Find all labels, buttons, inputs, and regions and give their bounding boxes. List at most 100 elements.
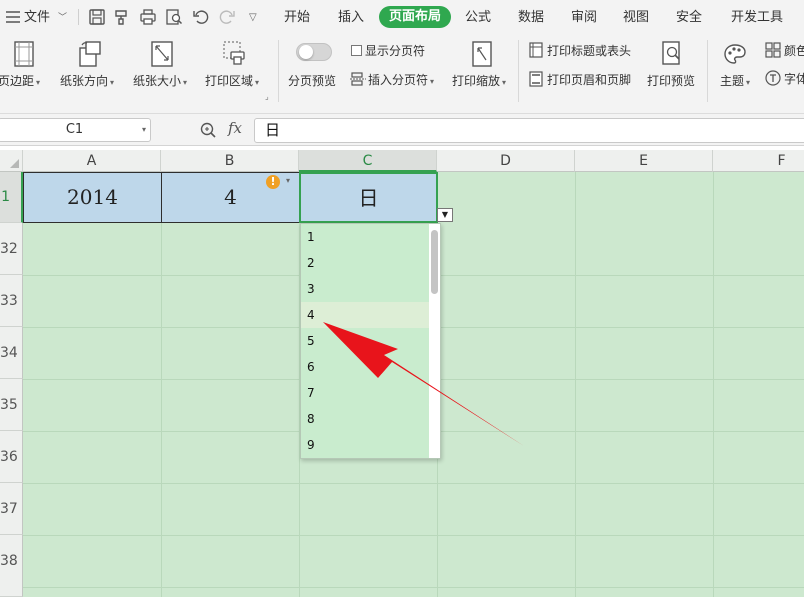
file-menu-chevron-icon[interactable]: ﹀ bbox=[58, 8, 67, 28]
gridline bbox=[575, 172, 576, 597]
dropdown-option[interactable]: 5 bbox=[301, 328, 431, 354]
show-page-break-label: 显示分页符 bbox=[365, 44, 426, 58]
print-scale-button[interactable]: 打印缩放 ▾ bbox=[452, 72, 506, 90]
page-setup-launcher-icon[interactable]: ⌟ bbox=[265, 92, 269, 101]
dropdown-option-highlighted[interactable]: 4 bbox=[301, 302, 431, 328]
header-footer-label: 打印页眉和页脚 bbox=[547, 73, 632, 87]
warning-icon[interactable]: ! bbox=[266, 175, 280, 189]
file-menu[interactable]: 文件 bbox=[24, 8, 50, 28]
dropdown-scrollbar[interactable] bbox=[429, 224, 440, 458]
column-header-e[interactable]: E bbox=[575, 150, 713, 172]
row-header-38[interactable]: 38 bbox=[0, 535, 23, 597]
formula-bar: C1 ▾ fx 日 bbox=[0, 114, 804, 146]
theme-label: 主题 bbox=[720, 74, 745, 88]
name-box-dropdown-icon[interactable]: ▾ bbox=[142, 119, 146, 141]
format-painter-icon[interactable] bbox=[113, 8, 131, 26]
gridline bbox=[161, 172, 162, 597]
row-header-37[interactable]: 37 bbox=[0, 483, 23, 535]
theme-palette-icon[interactable] bbox=[723, 42, 747, 70]
orientation-button[interactable]: 纸张方向 ▾ bbox=[60, 72, 114, 90]
hamburger-icon[interactable] bbox=[6, 11, 20, 23]
menu-bar: 文件 ﹀ ▽ 开始 插入 页面布局 公式 数据 审阅 视图 安全 开发工具 bbox=[0, 0, 804, 34]
margins-button[interactable]: 页边距 ▾ bbox=[0, 72, 40, 90]
theme-caret-icon: ▾ bbox=[746, 78, 751, 87]
undo-icon[interactable] bbox=[192, 8, 210, 26]
paper-size-button[interactable]: 纸张大小 ▾ bbox=[133, 72, 187, 90]
column-header-f[interactable]: F bbox=[713, 150, 804, 172]
color-label: 颜色 bbox=[784, 44, 804, 58]
print-preview-ribbon-icon[interactable] bbox=[660, 40, 684, 68]
header-footer-icon bbox=[529, 71, 543, 87]
insert-function-button[interactable]: fx bbox=[228, 119, 242, 137]
show-page-break-checkbox[interactable]: 显示分页符 bbox=[351, 42, 425, 60]
dropdown-option[interactable]: 3 bbox=[301, 276, 431, 302]
font-label: 字体 bbox=[784, 72, 804, 86]
print-titles-button[interactable]: 打印标题或表头 bbox=[528, 42, 631, 60]
formula-input[interactable]: 日 bbox=[254, 118, 804, 143]
print-scale-icon[interactable] bbox=[470, 40, 494, 68]
cell-a1[interactable]: 2014 bbox=[23, 172, 162, 223]
header-footer-button[interactable]: 打印页眉和页脚 bbox=[528, 71, 631, 89]
gridline bbox=[23, 483, 804, 484]
tab-security[interactable]: 安全 bbox=[676, 8, 702, 28]
insert-page-break-icon bbox=[350, 72, 366, 86]
row-header-32[interactable]: 32 bbox=[0, 223, 23, 275]
print-preview-button[interactable]: 打印预览 bbox=[647, 72, 695, 90]
name-box[interactable]: C1 ▾ bbox=[0, 118, 151, 142]
margins-caret-icon: ▾ bbox=[36, 78, 41, 87]
dropdown-option[interactable]: 9 bbox=[301, 432, 431, 458]
validation-dropdown-button[interactable]: ▼ bbox=[437, 208, 453, 222]
paper-size-label: 纸张大小 bbox=[133, 74, 182, 88]
print-preview-icon[interactable] bbox=[165, 8, 183, 26]
dropdown-option[interactable]: 7 bbox=[301, 380, 431, 406]
orientation-label: 纸张方向 bbox=[60, 74, 109, 88]
row-header-33[interactable]: 33 bbox=[0, 275, 23, 327]
scrollbar-thumb[interactable] bbox=[431, 230, 438, 294]
row-header-35[interactable]: 35 bbox=[0, 379, 23, 431]
column-header-b[interactable]: B bbox=[161, 150, 299, 172]
zoom-search-icon[interactable] bbox=[199, 121, 217, 139]
row-header-1[interactable]: 1 bbox=[0, 172, 23, 223]
tab-review[interactable]: 审阅 bbox=[571, 8, 597, 28]
print-area-button[interactable]: 打印区域 ▾ bbox=[205, 72, 259, 90]
color-button[interactable]: 颜色 bbox=[765, 42, 804, 60]
select-all-corner[interactable] bbox=[0, 150, 23, 172]
row-header-36[interactable]: 36 bbox=[0, 431, 23, 483]
column-header-c[interactable]: C bbox=[299, 150, 437, 172]
dropdown-option[interactable]: 1 bbox=[301, 224, 431, 250]
tab-formulas[interactable]: 公式 bbox=[465, 8, 491, 28]
tab-data[interactable]: 数据 bbox=[518, 8, 544, 28]
dropdown-option[interactable]: 6 bbox=[301, 354, 431, 380]
tab-developer[interactable]: 开发工具 bbox=[731, 8, 783, 28]
page-break-preview-toggle[interactable] bbox=[296, 43, 332, 61]
print-scale-caret-icon: ▾ bbox=[502, 78, 507, 87]
print-icon[interactable] bbox=[139, 8, 157, 26]
ribbon-separator bbox=[278, 40, 279, 102]
insert-page-break-button[interactable]: 插入分页符 ▾ bbox=[350, 71, 434, 89]
gridline bbox=[23, 587, 804, 588]
dropdown-option[interactable]: 8 bbox=[301, 406, 431, 432]
tab-view[interactable]: 视图 bbox=[623, 8, 649, 28]
font-button[interactable]: 字体 bbox=[765, 70, 804, 88]
tab-home[interactable]: 开始 bbox=[284, 8, 310, 28]
gridline bbox=[23, 535, 804, 536]
checkbox-box bbox=[351, 45, 362, 56]
orientation-icon[interactable] bbox=[78, 40, 102, 68]
print-area-icon[interactable] bbox=[222, 40, 246, 68]
redo-icon[interactable] bbox=[218, 8, 236, 26]
cell-c1[interactable]: 日 bbox=[299, 172, 438, 223]
theme-button[interactable]: 主题 ▾ bbox=[720, 72, 750, 90]
tab-page-layout[interactable]: 页面布局 bbox=[379, 6, 451, 28]
column-header-a[interactable]: A bbox=[23, 150, 161, 172]
warning-caret-icon[interactable]: ▾ bbox=[286, 176, 290, 185]
column-header-d[interactable]: D bbox=[437, 150, 575, 172]
paper-size-icon[interactable] bbox=[150, 40, 174, 68]
quick-access-more-icon[interactable]: ▽ bbox=[249, 8, 257, 28]
dropdown-option[interactable]: 2 bbox=[301, 250, 431, 276]
row-header-34[interactable]: 34 bbox=[0, 327, 23, 379]
spreadsheet-grid: A B C D E F 1 32 33 34 35 36 37 38 2014 … bbox=[0, 150, 804, 597]
margins-icon[interactable] bbox=[12, 40, 36, 68]
save-icon[interactable] bbox=[88, 8, 106, 26]
orientation-caret-icon: ▾ bbox=[110, 78, 115, 87]
tab-insert[interactable]: 插入 bbox=[338, 8, 364, 28]
